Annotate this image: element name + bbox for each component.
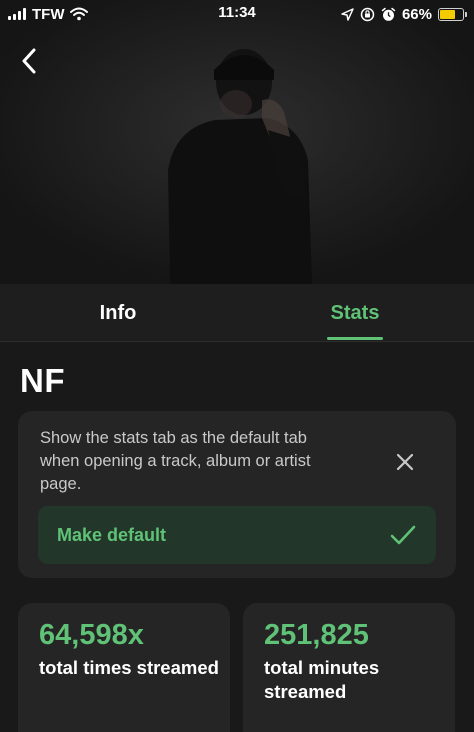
make-default-label: Make default (57, 524, 167, 545)
tip-message: Show the stats tab as the default tab wh… (40, 429, 311, 493)
stat-label: total minutes streamed (264, 657, 380, 702)
stat-value: 251,825 (264, 619, 369, 651)
back-button[interactable] (12, 44, 46, 78)
artist-header-image (0, 0, 474, 284)
tab-stats[interactable]: Stats (287, 284, 423, 342)
artist-name: NF (20, 362, 65, 399)
battery-level-fill (440, 9, 455, 19)
status-right: 66% (341, 4, 467, 24)
checkmark-icon (390, 525, 416, 545)
artist-photo (0, 0, 474, 284)
status-bar: TFW 11:34 66% (0, 0, 474, 28)
close-icon (396, 453, 414, 471)
default-tab-tip-card: Show the stats tab as the default tab wh… (18, 411, 456, 578)
tab-info[interactable]: Info (50, 284, 186, 342)
make-default-button[interactable]: Make default (38, 506, 436, 564)
stat-card-times-streamed: 64,598x total times streamed (18, 603, 230, 732)
stat-value: 64,598x (39, 619, 144, 651)
location-arrow-icon (341, 7, 354, 21)
battery-percentage: 66% (401, 5, 432, 23)
active-tab-indicator (327, 337, 383, 340)
battery-icon (438, 7, 467, 21)
screen-rotation-lock-icon (360, 7, 375, 21)
stat-label: total times streamed (39, 657, 219, 678)
stat-card-minutes-streamed: 251,825 total minutes streamed (243, 603, 455, 732)
alarm-icon (381, 7, 396, 21)
tab-bar: Info Stats (0, 284, 474, 342)
dismiss-tip-button[interactable] (390, 447, 420, 477)
chevron-left-icon (22, 48, 36, 74)
